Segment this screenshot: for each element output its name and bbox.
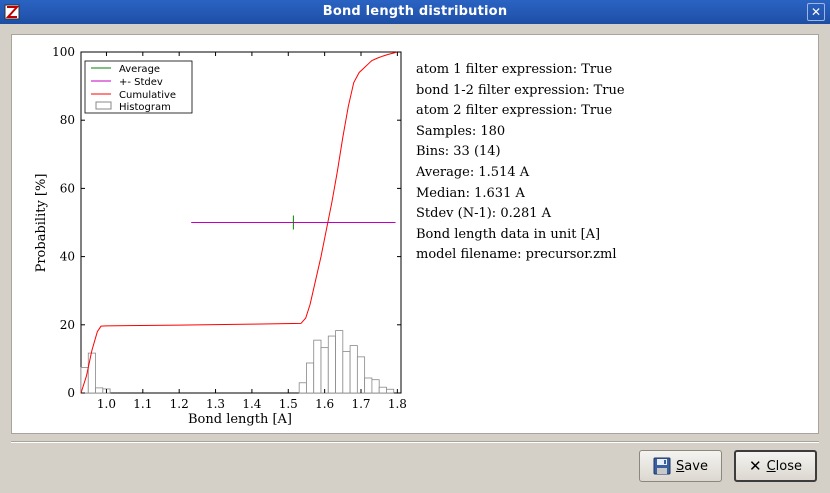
- histogram-bar: [342, 350, 351, 394]
- histogram-bar: [327, 335, 336, 394]
- x-tick-label: 1.4: [242, 397, 261, 411]
- legend-cumulative-label: Cumulative: [119, 90, 176, 101]
- x-tick-label: 1.5: [279, 397, 298, 411]
- x-tick-label: 1.7: [351, 397, 370, 411]
- info-line: Median: 1.631 A: [416, 185, 525, 201]
- info-line: model filename: precursor.zml: [416, 247, 617, 263]
- histogram-bar: [378, 386, 387, 394]
- histogram-bar: [349, 345, 358, 394]
- x-tick-label: 1.8: [388, 397, 407, 411]
- statistics-info: atom 1 filter expression: True bond 1-2 …: [416, 60, 625, 266]
- info-line: Bond length data in unit [A]: [416, 226, 601, 242]
- histogram-bar: [306, 362, 315, 394]
- info-line: atom 2 filter expression: True: [416, 103, 613, 119]
- save-button[interactable]: Save: [639, 450, 722, 482]
- y-tick-label: 40: [60, 250, 75, 264]
- y-tick-label: 20: [60, 318, 75, 332]
- histogram-bar: [320, 347, 329, 394]
- info-line: Bins: 33 (14): [416, 144, 501, 160]
- x-tick-label: 1.6: [315, 397, 334, 411]
- histogram-bar: [364, 377, 373, 394]
- y-tick-label: 0: [67, 386, 75, 400]
- legend-histogram-label: Histogram: [119, 102, 171, 113]
- floppy-disk-icon: [653, 457, 671, 475]
- close-button-label: Close: [766, 458, 802, 474]
- legend-stdev-label: +- Stdev: [119, 77, 163, 88]
- info-line: Samples: 180: [416, 123, 506, 139]
- close-button[interactable]: ✕ Close: [734, 450, 817, 482]
- histogram-bar: [313, 339, 322, 394]
- window-title: Bond length distribution: [322, 4, 508, 19]
- x-tick-label: 1.1: [133, 397, 152, 411]
- histogram-bar: [356, 356, 366, 394]
- content-panel: 1.0 1.1 1.2 1.3 1.4 1.5 1.6 1.7 1.8 0 20 40 60 80 100 …: [11, 34, 819, 434]
- histogram-bar: [87, 352, 96, 394]
- info-line: Stdev (N-1): 0.281 A: [416, 206, 552, 222]
- distribution-chart: 1.0 1.1 1.2 1.3 1.4 1.5 1.6 1.7 1.8020406080100 …: [34, 45, 407, 427]
- close-window-icon[interactable]: ✕: [807, 3, 825, 21]
- x-axis-label: Bond length [A]: [188, 412, 292, 427]
- title-bar: Bond length distribution ✕: [0, 0, 830, 24]
- legend: Average +- Stdev Cumulative Histogram: [84, 60, 193, 114]
- close-x-icon: ✕: [749, 457, 762, 475]
- histogram-bar: [386, 388, 395, 394]
- y-tick-label: 60: [60, 181, 75, 195]
- info-line: bond 1-2 filter expression: True: [416, 82, 625, 98]
- save-button-label: Save: [676, 458, 708, 474]
- histogram-bar: [95, 387, 104, 394]
- legend-average-label: Average: [119, 64, 160, 75]
- legend-histogram-swatch: [95, 101, 112, 110]
- x-tick-label: 1.2: [170, 397, 189, 411]
- histogram-bar: [335, 330, 344, 394]
- y-tick-label: 80: [60, 113, 75, 127]
- x-tick-label: 1.3: [206, 397, 225, 411]
- histogram-bar: [371, 379, 380, 394]
- y-tick-label: 100: [52, 45, 75, 59]
- y-axis-label: Probability [%]: [34, 174, 49, 273]
- x-tick-label: 1.0: [97, 397, 116, 411]
- button-separator: [11, 441, 819, 443]
- histogram-bar: [298, 382, 307, 394]
- info-line: Average: 1.514 A: [416, 164, 530, 180]
- info-line: atom 1 filter expression: True: [416, 62, 613, 77]
